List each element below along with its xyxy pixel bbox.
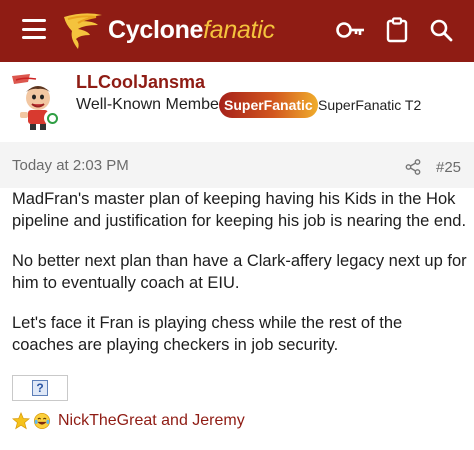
- post-paragraph: MadFran's master plan of keeping having …: [12, 190, 467, 230]
- reactions-bar[interactable]: NickTheGreat and Jeremy: [12, 409, 245, 433]
- site-logo[interactable]: Cyclonefanatic: [60, 8, 275, 52]
- post-paragraph: No better next plan than have a Clark-af…: [12, 252, 467, 292]
- online-status-icon: [44, 110, 60, 126]
- broken-image-placeholder[interactable]: ?: [12, 375, 68, 401]
- laughing-reaction-icon: [33, 412, 51, 430]
- reaction-users-link[interactable]: NickTheGreat and Jeremy: [58, 412, 245, 430]
- site-header: Cyclonefanatic: [0, 0, 474, 62]
- search-icon[interactable]: [426, 16, 456, 44]
- user-badge-tier: SuperFanatic T2: [318, 97, 422, 113]
- star-reaction-icon: [12, 412, 30, 430]
- post-timestamp[interactable]: Today at 2:03 PM: [12, 157, 129, 174]
- broken-image-icon: ?: [32, 380, 48, 396]
- cyclone-swirl-icon: [64, 13, 102, 49]
- clipboard-icon[interactable]: [382, 16, 412, 44]
- post-number-link[interactable]: #25: [436, 159, 461, 176]
- post-paragraph: Let's face it Fran is playing chess whil…: [12, 314, 403, 354]
- username-link[interactable]: LLCoolJansma: [76, 72, 205, 93]
- share-icon[interactable]: [405, 159, 421, 175]
- user-role: Well-Known Member: [76, 96, 225, 113]
- key-icon[interactable]: [336, 16, 366, 44]
- user-badge: SuperFanatic: [219, 92, 318, 118]
- menu-icon[interactable]: [22, 19, 46, 39]
- site-logo-text: Cyclonefanatic: [108, 15, 275, 44]
